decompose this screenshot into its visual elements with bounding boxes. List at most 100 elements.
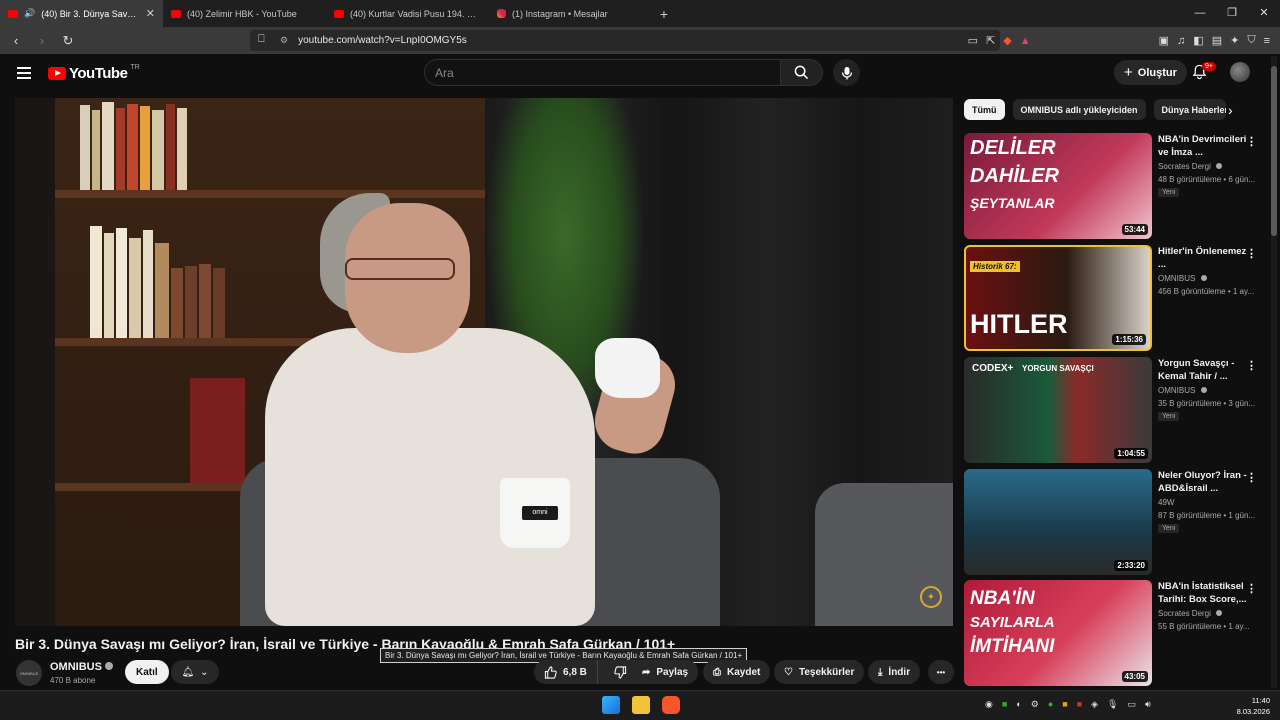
music-icon[interactable]: ♫ bbox=[1177, 35, 1185, 47]
minimize-icon[interactable]: — bbox=[1184, 0, 1216, 27]
voice-search-button[interactable] bbox=[833, 59, 860, 86]
cast-icon[interactable]: ▭ bbox=[968, 34, 978, 47]
recommendation-title[interactable]: NBA'in İstatistiksel Tarihi: Box Score,.… bbox=[1158, 580, 1256, 606]
video-thumbnail[interactable]: Historik 67: HITLER 1:15:36 bbox=[964, 245, 1152, 351]
channel-name: Socrates Dergi bbox=[1158, 609, 1211, 618]
video-frame-glasses bbox=[345, 258, 455, 280]
tray-app-icon[interactable]: ■ bbox=[1077, 699, 1082, 710]
site-info-icon[interactable]: ⚙ bbox=[280, 35, 288, 46]
browser-tab-1[interactable]: 🔊 (40) Bir 3. Dünya Savaşı mı Ge ✕ bbox=[0, 0, 163, 27]
channel-name: OMNIBUS bbox=[1158, 274, 1196, 283]
screenshot-icon[interactable]: ▣ bbox=[1159, 34, 1169, 47]
close-window-icon[interactable]: ✕ bbox=[1248, 0, 1280, 27]
vpn-icon[interactable]: ⛉ bbox=[1247, 34, 1255, 47]
recommendation-channel[interactable]: OMNIBUS bbox=[1158, 274, 1207, 283]
chip-world-news[interactable]: Dünya Haberleri bbox=[1153, 99, 1226, 120]
recommendation-title[interactable]: Neler Oluyor? İran - ABD&İsrail ... bbox=[1158, 469, 1256, 495]
youtube-logo[interactable]: YouTube TR bbox=[48, 64, 140, 82]
join-button[interactable]: Katıl bbox=[125, 660, 169, 684]
more-vert-icon[interactable]: ⋮ bbox=[1246, 135, 1257, 148]
back-icon[interactable]: ‹ bbox=[6, 33, 26, 48]
channel-name-row[interactable]: OMNIBUS bbox=[50, 661, 113, 673]
recommendation-channel[interactable]: Socrates Dergi bbox=[1158, 609, 1223, 618]
search-button[interactable] bbox=[781, 59, 823, 86]
restore-icon[interactable]: ❐ bbox=[1216, 0, 1248, 27]
tray-app-icon[interactable]: ● bbox=[1048, 699, 1053, 710]
reload-icon[interactable]: ↻ bbox=[58, 33, 78, 49]
browser-menu-icon[interactable]: ≡ bbox=[1264, 35, 1270, 47]
account-avatar[interactable] bbox=[1230, 62, 1250, 82]
recommendation-channel[interactable]: Socrates Dergi bbox=[1158, 162, 1223, 171]
windows-start-icon[interactable] bbox=[602, 696, 620, 714]
recommendation-channel[interactable]: 49W bbox=[1158, 498, 1174, 507]
subscription-bell-button[interactable]: 🔔︎ ⌄ bbox=[171, 660, 219, 684]
brave-rewards-icon[interactable]: ▲ bbox=[1020, 35, 1031, 47]
brave-shield-icon[interactable]: ◆ bbox=[1003, 34, 1011, 47]
volume-icon[interactable]: 🔊︎ bbox=[1145, 699, 1151, 710]
video-thumbnail[interactable]: 2:33:20 bbox=[964, 469, 1152, 575]
recommendation-item[interactable]: DELİLER DAHİLER ŞEYTANLAR 53:44 NBA'in D… bbox=[964, 133, 1264, 241]
more-vert-icon[interactable]: ⋮ bbox=[1246, 247, 1257, 260]
forward-icon[interactable]: › bbox=[32, 33, 52, 48]
video-thumbnail[interactable]: NBA'İN SAYILARLA İMTİHANI 43:05 bbox=[964, 580, 1152, 686]
recommendation-title[interactable]: Hitler'in Önlenemez ... bbox=[1158, 245, 1256, 271]
chip-omnibus[interactable]: OMNIBUS adlı yükleyiciden bbox=[1012, 99, 1146, 120]
like-button[interactable]: 6,8 B bbox=[534, 660, 598, 684]
tray-app-icon[interactable]: ◈ bbox=[1091, 699, 1098, 710]
window-controls: — ❐ ✕ bbox=[1184, 0, 1280, 27]
browser-tab-4[interactable]: (1) Instagram • Mesajlar bbox=[489, 0, 652, 27]
recommendation-title[interactable]: NBA'in Devrimcileri ve İmza ... bbox=[1158, 133, 1256, 159]
network-icon[interactable]: ▭ bbox=[1127, 699, 1136, 710]
player-overlay-button[interactable]: ✦ bbox=[920, 586, 942, 608]
plus-icon: + bbox=[1124, 64, 1133, 81]
tray-app-icon[interactable]: ⚙ bbox=[1031, 699, 1039, 710]
file-explorer-icon[interactable] bbox=[632, 696, 650, 714]
clock-time: 11:40 bbox=[1251, 696, 1270, 705]
tray-nvidia-icon[interactable]: ■ bbox=[1002, 699, 1007, 710]
channel-avatar[interactable]: OMNIBUS bbox=[16, 660, 42, 686]
create-button[interactable]: + Oluştur bbox=[1114, 60, 1187, 85]
close-tab-icon[interactable]: ✕ bbox=[146, 7, 155, 20]
recommendation-item[interactable]: Historik 67: HITLER 1:15:36 Hitler'in Ön… bbox=[964, 245, 1264, 353]
download-button[interactable]: ⤓ İndir bbox=[868, 660, 921, 684]
tray-app-icon[interactable]: ◉ bbox=[985, 699, 993, 710]
sidebar-icon[interactable]: ◧ bbox=[1193, 34, 1203, 47]
recommendation-title[interactable]: Yorgun Savaşçı - Kemal Tahir / ... bbox=[1158, 357, 1256, 383]
video-thumbnail[interactable]: CODEX+ YORGUN SAVAŞÇI 1:04:55 bbox=[964, 357, 1152, 463]
url-field[interactable]: ⚙ youtube.com/watch?v=LnpI0OMGY5s bbox=[250, 30, 1000, 51]
brave-browser-icon[interactable] bbox=[662, 696, 680, 714]
more-vert-icon[interactable]: ⋮ bbox=[1246, 582, 1257, 595]
bookmark-icon[interactable]: ⎕ bbox=[258, 33, 265, 46]
video-frame-tissue bbox=[595, 338, 660, 398]
more-vert-icon[interactable]: ⋮ bbox=[1246, 359, 1257, 372]
page-scrollbar[interactable] bbox=[1271, 56, 1277, 688]
save-button[interactable]: ⎙ Kaydet bbox=[703, 660, 771, 684]
ai-icon[interactable]: ✦ bbox=[1230, 34, 1239, 47]
verified-icon bbox=[1200, 387, 1207, 393]
video-thumbnail[interactable]: DELİLER DAHİLER ŞEYTANLAR 53:44 bbox=[964, 133, 1152, 239]
recommendation-item[interactable]: NBA'İN SAYILARLA İMTİHANI 43:05 NBA'in İ… bbox=[964, 580, 1264, 688]
share-icon[interactable]: ⇱ bbox=[986, 34, 995, 47]
microphone-icon[interactable]: 🎙︎ bbox=[1107, 699, 1118, 710]
tray-app-icon[interactable]: ■ bbox=[1062, 699, 1067, 710]
search-input[interactable] bbox=[424, 59, 781, 86]
menu-icon[interactable] bbox=[17, 67, 31, 79]
browser-tab-3[interactable]: (40) Kurtlar Vadisi Pusu 194. Bölüm bbox=[326, 0, 489, 27]
chevron-right-icon[interactable]: › bbox=[1228, 102, 1233, 118]
system-clock[interactable]: 11:40 8.03.2026 bbox=[1237, 695, 1270, 717]
chip-all[interactable]: Tümü bbox=[964, 99, 1005, 120]
browser-tab-2[interactable]: (40) Zelimir HBK - YouTube bbox=[163, 0, 326, 27]
new-tab-button[interactable]: + bbox=[652, 6, 676, 22]
scrollbar-thumb[interactable] bbox=[1271, 66, 1277, 236]
share-button[interactable]: ➦ Paylaş bbox=[632, 660, 699, 684]
wallet-icon[interactable]: ▤ bbox=[1212, 34, 1222, 47]
video-player[interactable]: omni ✦ bbox=[15, 98, 953, 626]
recommendation-item[interactable]: CODEX+ YORGUN SAVAŞÇI 1:04:55 Yorgun Sav… bbox=[964, 357, 1264, 465]
tray-app-icon[interactable]: ◐ bbox=[1016, 699, 1021, 710]
recommendation-item[interactable]: 2:33:20 Neler Oluyor? İran - ABD&İsrail … bbox=[964, 469, 1264, 577]
recommendation-channel[interactable]: OMNIBUS bbox=[1158, 386, 1207, 395]
thanks-button[interactable]: ♡ Teşekkürler bbox=[774, 660, 865, 684]
audio-icon[interactable]: 🔊 bbox=[24, 8, 35, 19]
more-actions-button[interactable]: ••• bbox=[928, 660, 954, 684]
more-vert-icon[interactable]: ⋮ bbox=[1246, 471, 1257, 484]
